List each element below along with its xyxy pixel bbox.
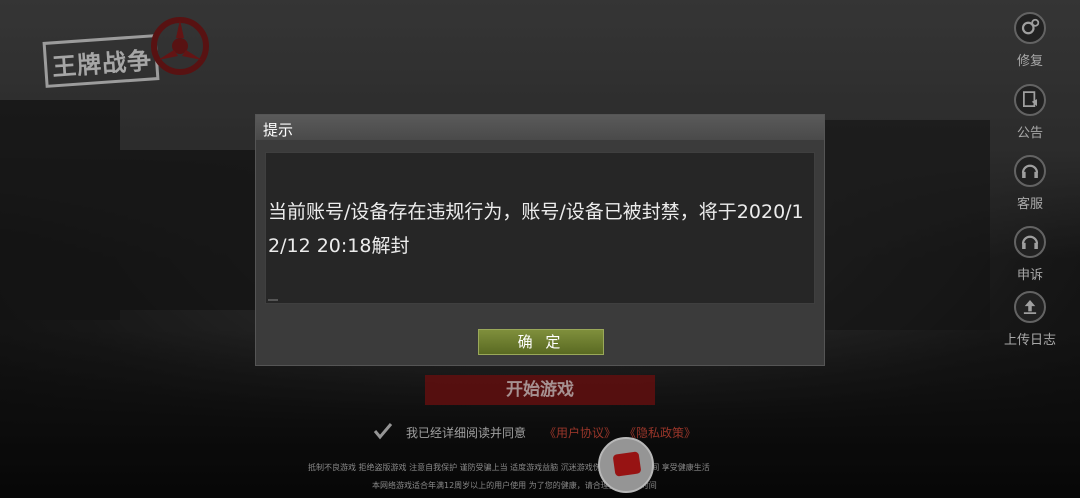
dialog-corner-mark bbox=[268, 299, 278, 301]
dialog-title: 提示 bbox=[263, 121, 294, 139]
dialog-message: 当前账号/设备存在违规行为，账号/设备已被封禁，将于2020/12/12 20:… bbox=[268, 201, 804, 257]
dialog-body: 当前账号/设备存在违规行为，账号/设备已被封禁，将于2020/12/12 20:… bbox=[265, 152, 815, 304]
dialog-header: 提示 bbox=[256, 115, 824, 140]
confirm-button[interactable]: 确 定 bbox=[478, 329, 604, 355]
notice-dialog: 提示 当前账号/设备存在违规行为，账号/设备已被封禁，将于2020/12/12 … bbox=[255, 114, 825, 366]
